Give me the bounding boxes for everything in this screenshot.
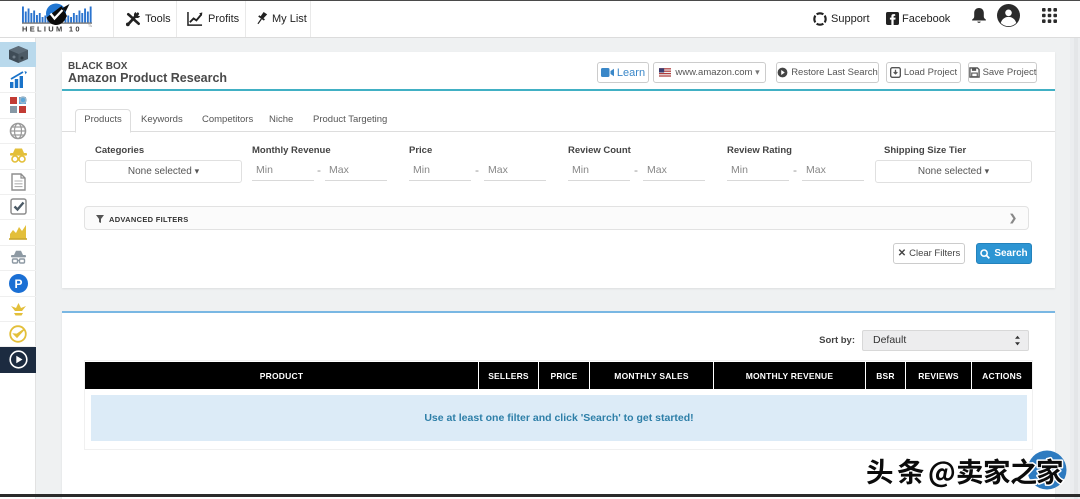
svg-text:P: P xyxy=(14,277,22,291)
svg-text:HELIUM 10: HELIUM 10 xyxy=(22,25,82,34)
svg-text:TM: TM xyxy=(88,24,92,28)
